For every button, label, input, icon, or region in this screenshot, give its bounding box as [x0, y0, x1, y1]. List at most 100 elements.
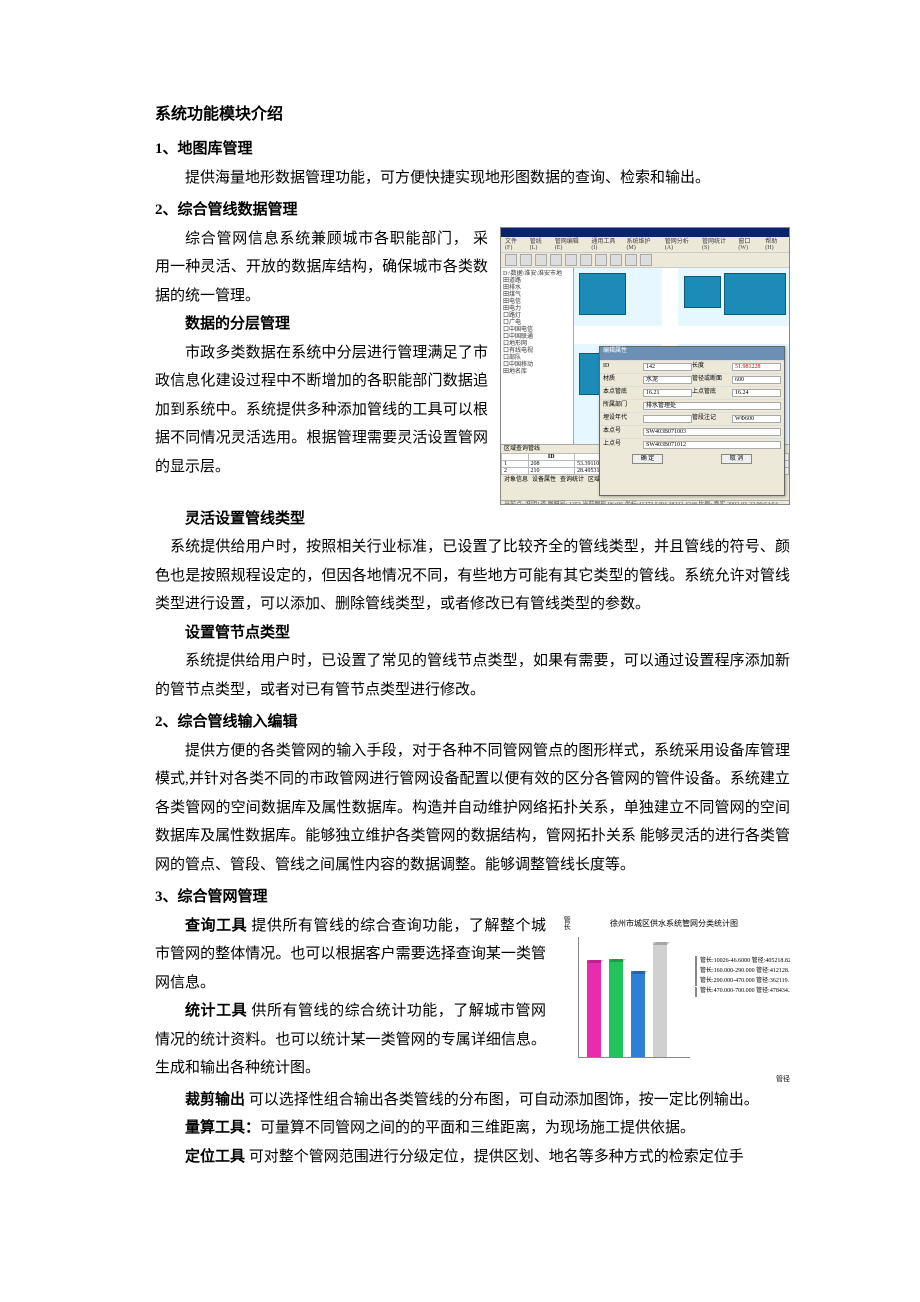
menu-item[interactable]: 管网编辑(E)	[555, 239, 586, 250]
prop-value[interactable]: 600	[732, 376, 781, 384]
prop-label: 本点管底	[603, 389, 643, 397]
section3-p1: 提供方便的各类管网的输入手段，对于各种不同管网管点的图形样式，系统采用设备库管理…	[155, 737, 790, 880]
section2-sub2: 灵活设置管线类型	[185, 505, 790, 534]
prop-value[interactable]: 16.24	[732, 389, 781, 397]
menu-item[interactable]: 管网分析(A)	[665, 239, 696, 250]
prop-value[interactable]: SW403B071003	[643, 428, 781, 436]
map-building	[724, 273, 786, 315]
prop-value[interactable]: 16.21	[643, 389, 692, 397]
toolbar-icon[interactable]	[625, 254, 637, 266]
layer-tree[interactable]: D:\数据\淮安\淮安市地 田道路 田排水 田煤气 田电信 田电力 口路灯 口广…	[501, 268, 574, 444]
prop-label: 上点号	[603, 441, 643, 449]
legend-text: 管长:470.000-700.000 管径:478434.2500	[700, 986, 790, 996]
toolbar-icon[interactable]	[580, 254, 592, 266]
toolbar	[501, 253, 789, 268]
menu-item[interactable]: 文件(F)	[505, 239, 524, 250]
chart-bar	[609, 959, 623, 1057]
prop-value[interactable]: SW403B071012	[643, 441, 781, 449]
tree-node[interactable]: 田道路	[503, 278, 571, 285]
tree-node[interactable]: 田电力	[503, 306, 571, 313]
body-text: 可对整个管网范围进行分级定位，提供区划、地名等多种方式的检索定位手	[245, 1149, 744, 1165]
toolbar-icon[interactable]	[610, 254, 622, 266]
prop-label: 材质	[603, 376, 643, 384]
grid-cell: 1	[502, 460, 529, 467]
map-building	[684, 276, 721, 308]
map-road	[574, 326, 789, 344]
tree-node[interactable]: 口广电	[503, 320, 571, 327]
toolbar-icon[interactable]	[550, 254, 562, 266]
prop-label: 埋设年代	[603, 415, 643, 423]
tree-node[interactable]: 田煤气	[503, 292, 571, 299]
legend-swatch	[695, 987, 697, 997]
tree-node[interactable]: 口地形网	[503, 341, 571, 348]
tree-node[interactable]: 口中国电信	[503, 327, 571, 334]
chart-bar	[631, 971, 645, 1057]
section2-p3: 系统提供给用户时，按照相关行业标准，已设置了比较齐全的管线类型，并且管线的符号、…	[155, 533, 790, 619]
bold-label: 量算工具：	[185, 1120, 260, 1136]
bottom-tab[interactable]: 设备属性	[532, 477, 556, 483]
cancel-button[interactable]: 取 消	[721, 454, 753, 464]
section4-b3: 裁剪输出 可以选择性组合输出各类管线的分布图，可自动添加图饰，按一定比例输出。	[155, 1086, 790, 1115]
ok-button[interactable]: 确 定	[632, 454, 664, 464]
dialog-title: 编辑属性	[600, 347, 784, 360]
prop-value[interactable]: 水泥	[643, 376, 692, 384]
property-dialog[interactable]: 编辑属性 ID142长度51.981228 材质水泥管径或断面600 本点管底1…	[599, 346, 785, 496]
menu-item[interactable]: 系统维护(M)	[626, 239, 658, 250]
legend-text: 管长:10026-46.6000 管径:405218.8210	[700, 956, 790, 966]
prop-label: 所属部门	[603, 402, 643, 410]
page-title: 系统功能模块介绍	[155, 100, 790, 130]
menu-item[interactable]: 帮助(H)	[765, 239, 785, 250]
body-text: 可以选择性组合输出各类管线的分布图，可自动添加图饰，按一定比例输出。	[245, 1092, 759, 1108]
body-text: 可量算不同管网之间的的平面和三维距离，为现场施工提供依据。	[260, 1120, 695, 1136]
menu-item[interactable]: 管线(L)	[530, 239, 549, 250]
tree-node[interactable]: 田电信	[503, 299, 571, 306]
tree-node[interactable]: 田排水	[503, 285, 571, 292]
bold-label: 统计工具	[185, 1003, 247, 1019]
tree-node[interactable]: 口路灯	[503, 313, 571, 320]
prop-value[interactable]: WΦ600	[732, 415, 781, 423]
tree-node[interactable]: 田地名库	[503, 369, 571, 376]
toolbar-icon[interactable]	[520, 254, 532, 266]
legend-swatch	[695, 956, 697, 966]
chart-bar	[587, 960, 601, 1057]
tree-node[interactable]: 口中国移动	[503, 362, 571, 369]
tree-node[interactable]: 口部队	[503, 355, 571, 362]
chart-legend: 管长:10026-46.6000 管径:405218.8210 管长:160.0…	[695, 956, 790, 997]
chart-xlabel: 管径	[776, 1073, 790, 1086]
section2-head: 2、综合管线数据管理	[155, 196, 790, 225]
prop-label: 上点管底	[692, 389, 732, 397]
section4-b5: 定位工具 可对整个管网范围进行分级定位，提供区划、地名等多种方式的检索定位手	[155, 1143, 790, 1172]
figure-gis-screenshot: 文件(F) 管线(L) 管网编辑(E) 通用工具(I) 系统维护(M) 管网分析…	[500, 227, 790, 505]
toolbar-icon[interactable]	[595, 254, 607, 266]
section1-head: 1、地图库管理	[155, 135, 790, 164]
chart-bar	[653, 942, 667, 1057]
menu-bar: 文件(F) 管线(L) 管网编辑(E) 通用工具(I) 系统维护(M) 管网分析…	[501, 237, 789, 253]
prop-value[interactable]: 排水管理处	[643, 402, 781, 410]
bold-label: 查询工具	[185, 918, 247, 934]
section2-sub3: 设置管节点类型	[185, 619, 790, 648]
section4-b1: 查询工具 提供所有管线的综合查询功能，了解整个城市管网的整体情况。也可以根据客户…	[155, 912, 546, 998]
legend-text: 管长:160.000-290.000 管径:412128.1700	[700, 966, 790, 976]
menu-item[interactable]: 通用工具(I)	[591, 239, 620, 250]
prop-label: 管径或断面	[692, 376, 732, 384]
bottom-tab[interactable]: 对象信息	[504, 477, 528, 483]
prop-value[interactable]: 51.981228	[732, 363, 781, 371]
grid-cell: 208	[528, 460, 574, 467]
bottom-tab[interactable]: 查询统计	[560, 477, 584, 483]
menu-item[interactable]: 管网统计(S)	[702, 239, 732, 250]
toolbar-icon[interactable]	[640, 254, 652, 266]
chart-title: 徐州市城区供水系统管网分类统计图	[558, 916, 790, 931]
prop-value[interactable]: 142	[643, 363, 692, 371]
section2-sub1: 数据的分层管理	[185, 310, 488, 339]
tree-node[interactable]: 口中国联通	[503, 334, 571, 341]
toolbar-icon[interactable]	[535, 254, 547, 266]
toolbar-icon[interactable]	[565, 254, 577, 266]
menu-item[interactable]: 窗口(W)	[738, 239, 759, 250]
toolbar-icon[interactable]	[505, 254, 517, 266]
prop-label: 本点号	[603, 428, 643, 436]
grid-cell: 2	[502, 467, 529, 474]
tree-root[interactable]: D:\数据\淮安\淮安市地	[503, 271, 571, 278]
tree-node[interactable]: 口有线电视	[503, 348, 571, 355]
prop-value[interactable]	[643, 415, 692, 423]
bold-label: 定位工具	[185, 1149, 245, 1165]
